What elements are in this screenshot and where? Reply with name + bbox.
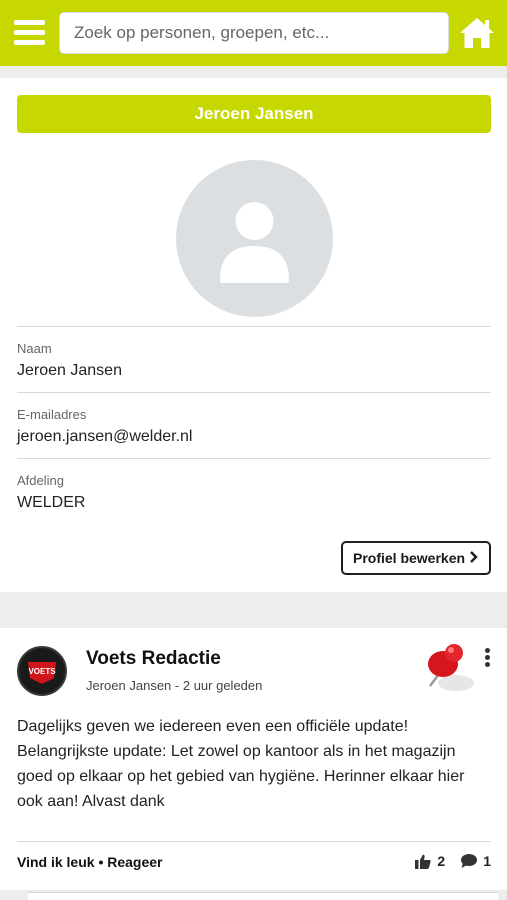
thumbs-up-icon[interactable] — [415, 854, 432, 869]
post-poster[interactable]: Jeroen Jansen — [86, 678, 171, 693]
field-name: Naam Jeroen Jansen — [17, 326, 491, 380]
home-icon[interactable] — [458, 16, 496, 50]
search-input[interactable] — [59, 12, 449, 54]
post-body: Dagelijks geven we iedereen even een off… — [17, 718, 465, 810]
like-button[interactable]: Vind ik leuk — [17, 854, 95, 870]
field-name-value: Jeroen Jansen — [17, 362, 122, 379]
field-department: Afdeling WELDER — [17, 458, 491, 512]
author-avatar-text: VOETS — [28, 667, 56, 676]
field-department-value: WELDER — [17, 494, 86, 511]
post-meta-separator: - — [174, 678, 183, 693]
post-meta: Jeroen Jansen - 2 uur geleden — [86, 678, 262, 693]
author-avatar[interactable]: VOETS — [17, 646, 67, 696]
vertical-dots-icon[interactable] — [480, 648, 494, 668]
actions-separator: • — [98, 854, 104, 870]
profile-name-banner: Jeroen Jansen — [17, 95, 491, 133]
post-divider — [17, 841, 491, 842]
user-placeholder-icon — [176, 160, 333, 317]
reactions: 2 1 — [415, 853, 491, 869]
field-department-label: Afdeling — [17, 473, 64, 488]
field-email-label: E-mailadres — [17, 407, 87, 422]
pushpin-icon — [420, 642, 476, 694]
chevron-right-icon — [469, 550, 479, 567]
post-author[interactable]: Voets Redactie — [86, 648, 221, 670]
comment-icon[interactable] — [461, 854, 478, 868]
edit-profile-label: Profiel bewerken — [353, 550, 466, 566]
post-time: 2 uur geleden — [182, 678, 263, 693]
post-card: VOETS Voets Redactie Jeroen Jansen - 2 u… — [0, 628, 507, 890]
like-count: 2 — [437, 853, 446, 869]
top-bar — [0, 0, 507, 66]
field-email: E-mailadres jeroen.jansen@welder.nl — [17, 392, 491, 446]
next-post-card — [28, 892, 498, 900]
hamburger-menu-icon[interactable] — [14, 18, 46, 46]
comment-count: 1 — [483, 853, 491, 869]
edit-profile-button[interactable]: Profiel bewerken — [341, 541, 491, 575]
post-actions: Vind ik leuk • Reageer — [17, 854, 163, 870]
profile-card: Jeroen Jansen Naam Jeroen Jansen E-maila… — [0, 78, 507, 592]
field-name-label: Naam — [17, 341, 52, 356]
reply-button[interactable]: Reageer — [107, 854, 162, 870]
field-email-value: jeroen.jansen@welder.nl — [17, 428, 193, 445]
